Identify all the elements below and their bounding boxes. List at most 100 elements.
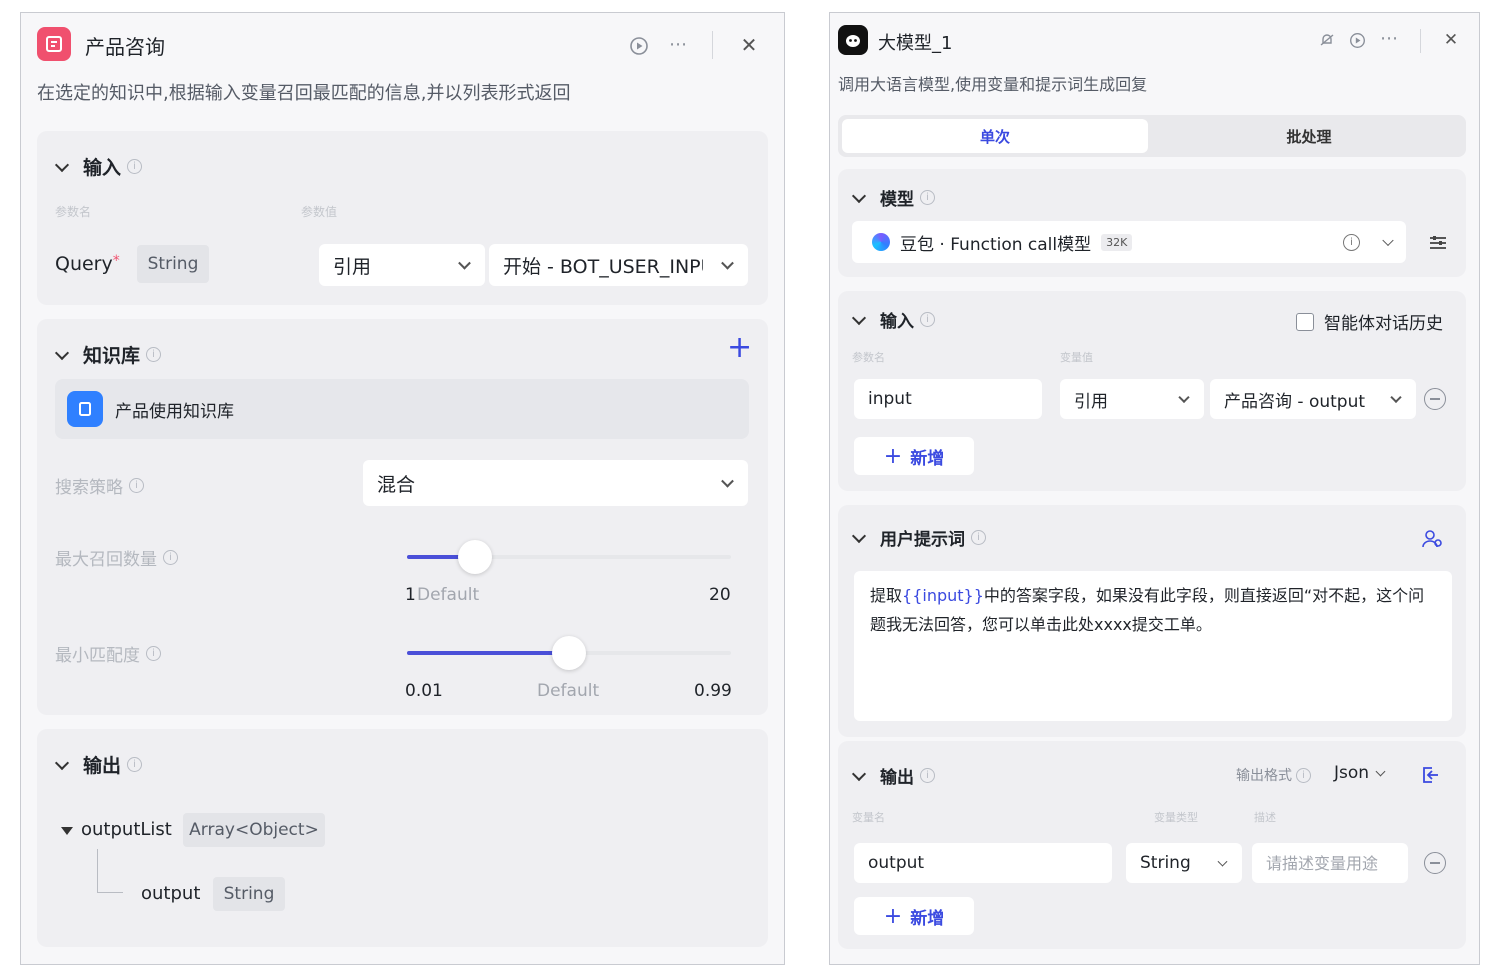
input-section-header[interactable]: 输入 i [850, 307, 935, 332]
play-icon[interactable] [1347, 30, 1367, 50]
knowledge-node-panel: 产品咨询 ⋯ ✕ 在选定的知识中,根据输入变量召回最匹配的信息,并以列表形式返回… [20, 12, 785, 965]
prompt-textarea[interactable]: 提取{{input}}中的答案字段，如果没有此字段，则直接返回“对不起，这个问题… [854, 571, 1452, 721]
value-mode-select[interactable]: 引用 [319, 244, 485, 286]
close-icon[interactable]: ✕ [737, 33, 761, 57]
info-icon[interactable]: i [146, 347, 162, 362]
output-section: 输出 i outputList Array<Object> output Str… [37, 729, 768, 947]
info-icon[interactable]: i [129, 478, 144, 493]
info-icon[interactable]: i [920, 312, 935, 327]
output-child-type: String [213, 877, 285, 911]
param-name-header: 参数名 [852, 351, 885, 364]
info-icon[interactable]: i [1343, 233, 1360, 251]
bell-off-icon[interactable] [1317, 30, 1337, 50]
input-param-name[interactable]: input [854, 379, 1042, 419]
tab-batch[interactable]: 批处理 [1156, 119, 1462, 153]
minus-circle-icon[interactable] [1424, 852, 1446, 874]
param-type-tag: String [137, 245, 209, 283]
chevron-down-icon [721, 474, 734, 488]
info-icon[interactable]: i [920, 768, 935, 783]
model-settings-icon[interactable] [1426, 231, 1450, 255]
min-match-slider-thumb[interactable] [552, 636, 586, 670]
info-icon[interactable]: i [163, 550, 178, 565]
history-checkbox[interactable]: 智能体对话历史 [1296, 309, 1443, 334]
value-source-select[interactable]: 开始 - BOT_USER_INPUT [489, 244, 748, 286]
play-icon[interactable] [628, 35, 650, 57]
output-format-label: 输出格式 i [1236, 765, 1311, 785]
more-icon[interactable]: ⋯ [1377, 28, 1401, 49]
node-description: 调用大语言模型,使用变量和提示词生成回复 [838, 75, 1148, 94]
model-section-header[interactable]: 模型 i [850, 185, 935, 210]
min-match-label: 最小匹配度 i [55, 641, 161, 666]
chevron-down-icon [851, 310, 867, 325]
add-output-button[interactable]: + 新增 [854, 897, 974, 935]
chevron-down-icon [54, 157, 70, 172]
value-mode-select[interactable]: 引用 [1060, 379, 1204, 419]
chevron-down-icon [1375, 766, 1386, 776]
close-icon[interactable]: ✕ [1440, 29, 1462, 51]
chevron-down-icon [54, 345, 70, 360]
chevron-down-icon [54, 755, 70, 770]
plus-icon: + [883, 443, 903, 469]
output-list-type: Array<Object> [183, 813, 325, 847]
document-icon [37, 27, 71, 61]
add-input-button[interactable]: + 新增 [854, 437, 974, 475]
var-type-header: 变量类型 [1154, 811, 1198, 824]
knowledge-section-header[interactable]: 知识库 i [53, 341, 162, 368]
output-section-header[interactable]: 输出 i [850, 763, 935, 788]
add-knowledge-button[interactable]: + [727, 333, 752, 363]
info-icon[interactable]: i [920, 190, 935, 205]
plus-icon: + [883, 903, 903, 929]
info-icon[interactable]: i [127, 757, 143, 772]
chevron-down-icon [1178, 391, 1190, 404]
input-section: 输入 i 参数名 参数值 Query* String 引用 开始 - BOT_U… [37, 131, 768, 305]
chevron-down-icon [851, 528, 867, 543]
mode-tabs: 单次 批处理 [838, 115, 1466, 157]
info-icon[interactable]: i [146, 646, 161, 661]
model-select[interactable]: 豆包 · Function call模型 32K i [852, 221, 1406, 263]
value-source-select[interactable]: 产品咨询 - output [1210, 379, 1416, 419]
output-child-name: output [141, 883, 201, 904]
param-value-header: 参数值 [301, 205, 338, 219]
header-divider [1420, 29, 1421, 53]
node-title[interactable]: 大模型_1 [878, 29, 952, 55]
chevron-down-icon [851, 188, 867, 203]
search-strategy-select[interactable]: 混合 [363, 460, 748, 506]
max-recall-slider[interactable] [407, 537, 731, 577]
output-var-name[interactable]: output [854, 843, 1112, 883]
max-recall-label: 最大召回数量 i [55, 545, 178, 570]
llm-node-panel: 大模型_1 ⋯ ✕ 调用大语言模型,使用变量和提示词生成回复 单次 批处理 模型… [829, 12, 1480, 965]
output-var-type-select[interactable]: String [1126, 843, 1242, 883]
min-match-default: Default [537, 681, 600, 701]
min-match-slider[interactable] [407, 633, 731, 673]
max-recall-slider-thumb[interactable] [458, 540, 493, 574]
prompt-section-header[interactable]: 用户提示词 i [850, 525, 986, 550]
output-section: 输出 i 输出格式 i Json 变量名 变量类型 描述 output Stri… [838, 741, 1466, 949]
more-icon[interactable]: ⋯ [665, 33, 691, 55]
max-recall-max: 20 [709, 585, 731, 605]
param-name-header: 参数名 [55, 205, 92, 219]
checkbox-box[interactable] [1296, 312, 1314, 331]
tab-single[interactable]: 单次 [842, 119, 1148, 153]
user-icon[interactable] [1420, 527, 1444, 551]
output-format-select[interactable]: Json [1334, 763, 1386, 783]
max-recall-default: Default [417, 585, 480, 605]
caret-down-icon[interactable] [61, 827, 73, 835]
knowledge-item[interactable]: 产品使用知识库 [55, 379, 749, 439]
prompt-section: 用户提示词 i 提取{{input}}中的答案字段，如果没有此字段，则直接返回“… [838, 505, 1466, 737]
info-icon[interactable]: i [127, 159, 143, 174]
info-icon[interactable]: i [1296, 767, 1311, 783]
input-section-header[interactable]: 输入 i [53, 153, 143, 180]
info-icon[interactable]: i [971, 530, 986, 545]
node-title[interactable]: 产品咨询 [85, 31, 165, 60]
export-icon[interactable] [1418, 763, 1442, 787]
prompt-variable: {{input}} [902, 586, 984, 605]
tree-connector [97, 849, 123, 893]
output-section-header[interactable]: 输出 i [53, 751, 143, 778]
chevron-down-icon [851, 766, 867, 781]
chevron-down-icon [458, 256, 471, 270]
doubao-icon [872, 233, 890, 251]
output-desc-input[interactable] [1252, 843, 1408, 883]
chevron-down-icon [1217, 856, 1228, 867]
minus-circle-icon[interactable] [1424, 388, 1446, 410]
max-recall-min: 1 [405, 585, 416, 605]
